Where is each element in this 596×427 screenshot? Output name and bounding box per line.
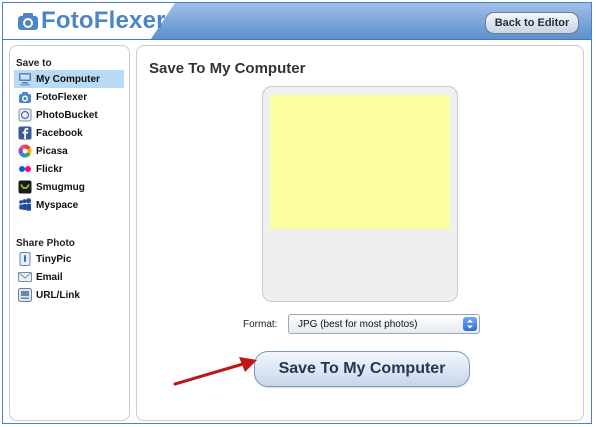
sidebar: Save to My Computer FotoFlexer PhotoBuck… <box>9 45 130 421</box>
flickr-icon <box>19 166 31 172</box>
sidebar-item-label: My Computer <box>36 73 100 85</box>
save-to-list: My Computer FotoFlexer PhotoBucket Faceb… <box>14 70 124 214</box>
share-photo-list: TinyPic Email URL/Link <box>14 250 124 304</box>
sidebar-item-my-computer[interactable]: My Computer <box>14 70 124 88</box>
smugmug-icon <box>18 180 32 194</box>
share-photo-heading: Share Photo <box>16 238 75 249</box>
format-selected-value: JPG (best for most photos) <box>298 319 418 330</box>
sidebar-item-url-link[interactable]: URL/Link <box>14 286 124 304</box>
sidebar-item-label: FotoFlexer <box>36 91 88 103</box>
page-title: Save To My Computer <box>149 60 306 77</box>
photobucket-icon <box>18 108 32 122</box>
format-select[interactable]: JPG (best for most photos) <box>288 314 480 334</box>
sidebar-item-picasa[interactable]: Picasa <box>14 142 124 160</box>
format-label: Format: <box>243 319 278 330</box>
sidebar-item-email[interactable]: Email <box>14 268 124 286</box>
sidebar-item-label: TinyPic <box>36 253 72 265</box>
sidebar-item-label: Flickr <box>36 163 63 175</box>
sidebar-item-facebook[interactable]: Facebook <box>14 124 124 142</box>
sidebar-item-label: Smugmug <box>36 181 85 193</box>
sidebar-item-myspace[interactable]: Myspace <box>14 196 124 214</box>
logo: FotoFlexer <box>17 7 166 34</box>
tinypic-icon <box>19 252 31 266</box>
computer-icon <box>19 73 31 86</box>
sidebar-item-label: Facebook <box>36 127 83 139</box>
sidebar-item-smugmug[interactable]: Smugmug <box>14 178 124 196</box>
picasa-icon <box>18 144 32 158</box>
sidebar-item-label: Email <box>36 271 63 283</box>
camera-icon <box>19 92 31 103</box>
save-to-my-computer-button[interactable]: Save To My Computer <box>254 351 470 387</box>
select-stepper-icon <box>463 317 477 331</box>
sidebar-item-label: Picasa <box>36 145 68 157</box>
camera-icon <box>18 13 38 30</box>
myspace-icon <box>19 198 32 211</box>
image-preview-frame <box>262 86 458 302</box>
top-bar: FotoFlexer Back to Editor <box>3 3 591 40</box>
sidebar-item-label: Myspace <box>36 199 79 211</box>
facebook-icon <box>18 126 32 140</box>
sidebar-item-fotoflexer[interactable]: FotoFlexer <box>14 88 124 106</box>
back-to-editor-button[interactable]: Back to Editor <box>485 12 579 34</box>
image-preview <box>270 95 450 229</box>
app-window: FotoFlexer Back to Editor Save to My Com… <box>2 2 592 424</box>
email-icon <box>18 272 32 282</box>
sidebar-item-tinypic[interactable]: TinyPic <box>14 250 124 268</box>
save-to-heading: Save to <box>16 58 52 69</box>
sidebar-item-photobucket[interactable]: PhotoBucket <box>14 106 124 124</box>
link-icon <box>18 288 32 302</box>
red-arrow-annotation <box>173 357 257 386</box>
sidebar-item-flickr[interactable]: Flickr <box>14 160 124 178</box>
logo-text: FotoFlexer <box>41 7 166 34</box>
sidebar-item-label: URL/Link <box>36 289 80 301</box>
sidebar-item-label: PhotoBucket <box>36 109 98 121</box>
